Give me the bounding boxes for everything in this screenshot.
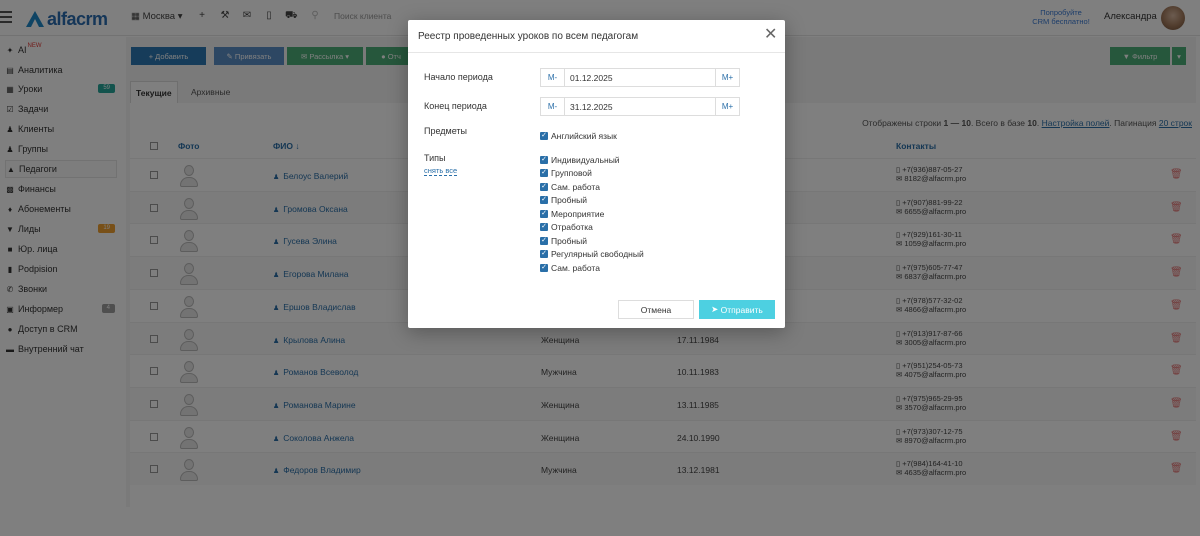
end-period-input[interactable]: 31.12.2025 bbox=[570, 102, 613, 112]
type-label: Мероприятие bbox=[551, 208, 605, 219]
checkbox-checked-icon: ✓ bbox=[540, 196, 548, 204]
type-checkbox[interactable]: ✓ Групповой bbox=[540, 168, 592, 179]
type-label: Отработка bbox=[551, 222, 593, 232]
lessons-registry-dialog: Реестр проведенных уроков по всем педаго… bbox=[408, 20, 785, 328]
modal-header: Реестр проведенных уроков по всем педаго… bbox=[408, 20, 785, 53]
checkbox-checked-icon: ✓ bbox=[540, 236, 548, 245]
start-period-label: Начало периода bbox=[424, 72, 493, 82]
cancel-button[interactable]: Отмена bbox=[618, 300, 694, 319]
start-minus-month-button[interactable]: M- bbox=[541, 69, 565, 86]
type-label: Сам. работа bbox=[551, 262, 600, 273]
modal-title: Реестр проведенных уроков по всем педаго… bbox=[418, 31, 639, 42]
type-label: Групповой bbox=[551, 168, 592, 178]
start-period-input[interactable]: 01.12.2025 bbox=[570, 73, 613, 83]
close-icon[interactable]: ✕ bbox=[764, 27, 777, 43]
type-label: Сам. работа bbox=[551, 181, 600, 192]
end-minus-month-button[interactable]: M- bbox=[541, 98, 565, 115]
type-checkbox[interactable]: ✓ Пробный bbox=[540, 195, 587, 206]
type-checkbox[interactable]: ✓ Регулярный свободный bbox=[540, 249, 644, 260]
type-label: Пробный bbox=[551, 235, 587, 246]
type-checkbox[interactable]: ✓ Пробный bbox=[540, 235, 587, 246]
checkbox-checked-icon: ✓ bbox=[540, 131, 548, 140]
type-checkbox[interactable]: ✓ Сам. работа bbox=[540, 181, 600, 192]
subject-checkbox[interactable]: ✓ Английский язык bbox=[540, 130, 617, 141]
checkbox-checked-icon: ✓ bbox=[540, 223, 548, 231]
subject-label: Английский язык bbox=[551, 130, 617, 141]
type-label: Индивидуальный bbox=[551, 154, 620, 165]
start-period-field: M- 01.12.2025 M+ bbox=[540, 68, 740, 87]
checkbox-checked-icon: ✓ bbox=[540, 155, 548, 164]
checkbox-checked-icon: ✓ bbox=[540, 182, 548, 191]
type-checkbox[interactable]: ✓ Индивидуальный bbox=[540, 154, 620, 165]
checkbox-checked-icon: ✓ bbox=[540, 169, 548, 177]
end-plus-month-button[interactable]: M+ bbox=[715, 98, 739, 115]
checkbox-checked-icon: ✓ bbox=[540, 209, 548, 218]
checkbox-checked-icon: ✓ bbox=[540, 263, 548, 272]
type-checkbox[interactable]: ✓ Мероприятие bbox=[540, 208, 604, 219]
type-checkbox[interactable]: ✓ Сам. работа bbox=[540, 262, 600, 273]
end-period-field: M- 31.12.2025 M+ bbox=[540, 97, 740, 116]
types-label: Типы bbox=[424, 153, 446, 163]
end-period-label: Конец периода bbox=[424, 101, 487, 111]
type-checkbox[interactable]: ✓ Отработка bbox=[540, 222, 593, 233]
unselect-all-link[interactable]: снять все bbox=[424, 166, 458, 176]
subjects-label: Предметы bbox=[424, 126, 468, 136]
type-label: Пробный bbox=[551, 195, 587, 205]
submit-button-label: Отправить bbox=[720, 304, 763, 315]
checkbox-checked-icon: ✓ bbox=[540, 250, 548, 258]
start-plus-month-button[interactable]: M+ bbox=[715, 69, 739, 86]
type-label: Регулярный свободный bbox=[551, 249, 644, 259]
submit-button[interactable]: ➤ Отправить bbox=[699, 300, 775, 319]
